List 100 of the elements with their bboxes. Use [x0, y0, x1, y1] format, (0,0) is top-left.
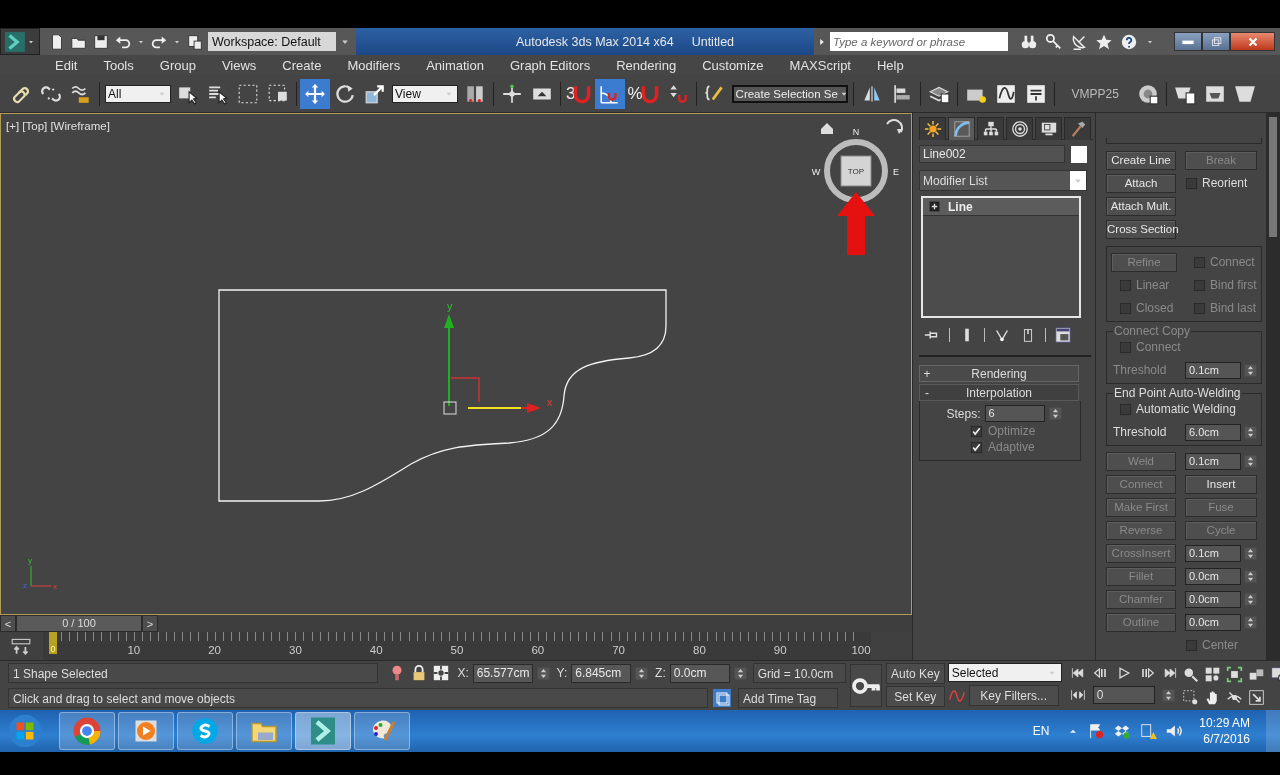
cube-face-label[interactable]: TOP	[847, 167, 865, 176]
add-time-tag-button[interactable]: Add Time Tag	[738, 687, 838, 708]
panel-tab[interactable]	[1035, 117, 1062, 140]
up-down-arrows-icon[interactable]	[1244, 592, 1257, 606]
key-icon[interactable]	[1045, 32, 1063, 51]
go-start-icon[interactable]	[1069, 665, 1086, 681]
grid-window-icon[interactable]	[1054, 326, 1072, 344]
z-coordinate-field[interactable]: 0.0cm	[669, 663, 730, 683]
panel-tab[interactable]	[1006, 117, 1033, 140]
menu-item[interactable]: Graph Editors	[496, 57, 604, 73]
up-down-arrows-icon[interactable]	[1161, 688, 1175, 702]
restore-button[interactable]	[1202, 32, 1230, 51]
menu-item[interactable]: Help	[864, 57, 917, 73]
taskbar-button[interactable]	[354, 712, 410, 750]
panel-button[interactable]: Attach	[1106, 173, 1176, 193]
viewport-label[interactable]: [+] [Top] [Wireframe]	[6, 120, 110, 132]
up-down-arrows-icon[interactable]	[1048, 407, 1062, 420]
zoom-all-icon[interactable]	[1203, 666, 1221, 683]
bar-arrows-icon[interactable]	[1069, 687, 1086, 703]
project-folder-icon[interactable]	[186, 32, 204, 51]
up-down-arrows-icon[interactable]	[1244, 546, 1257, 560]
panel-button[interactable]: Attach Mult.	[1106, 196, 1176, 216]
workspace-dropdown[interactable]: Workspace: Default	[208, 32, 336, 51]
plug-warning-icon[interactable]	[1139, 722, 1158, 740]
rollout-header[interactable]: - Interpolation	[919, 384, 1079, 401]
taskbar-button[interactable]	[177, 712, 233, 750]
menu-item[interactable]: MAXScript	[776, 57, 864, 73]
taskbar-button[interactable]	[118, 712, 174, 750]
satellite-icon[interactable]	[1070, 32, 1088, 51]
object-name-field[interactable]: Line002	[919, 145, 1065, 163]
dropdown[interactable]: Create Selection Se	[731, 84, 848, 103]
spinner-field[interactable]: 0.1cm	[1185, 452, 1241, 470]
up-down-arrows-icon[interactable]	[1244, 615, 1257, 629]
view-cube[interactable]	[824, 139, 888, 203]
modifier-list-dropdown[interactable]: Modifier List	[919, 170, 1087, 191]
menu-item[interactable]: Modifiers	[334, 57, 414, 73]
plus-icon[interactable]	[929, 201, 940, 212]
next-frame-button[interactable]: >	[142, 615, 158, 632]
spinner-field[interactable]: 0.0cm	[1185, 613, 1241, 631]
set-key-button[interactable]	[850, 664, 882, 707]
menu-item[interactable]: Edit	[42, 57, 91, 73]
panel-tab[interactable]	[948, 117, 975, 140]
zoom-extents-icon[interactable]	[1225, 666, 1243, 683]
check-icon[interactable]	[970, 440, 983, 454]
check-icon[interactable]	[970, 424, 983, 438]
dropdown[interactable]: All	[105, 84, 171, 103]
minimize-button[interactable]	[1174, 32, 1202, 51]
menu-item[interactable]: Group	[146, 57, 209, 73]
taskbar-button[interactable]	[59, 712, 115, 750]
language-indicator[interactable]: EN	[1032, 724, 1050, 738]
spinner-field[interactable]: 0.0cm	[1185, 567, 1241, 585]
menu-item[interactable]: Create	[269, 57, 335, 73]
spinner-field[interactable]: 6.0cm	[1185, 423, 1241, 441]
toolbar-button[interactable]: VMPP25	[1057, 78, 1133, 109]
color-swatch[interactable]	[1071, 145, 1087, 163]
step-back-icon[interactable]	[1092, 665, 1109, 681]
menu-item[interactable]: Customize	[689, 57, 777, 73]
panel-button[interactable]: Insert	[1185, 474, 1257, 494]
timeline-ruler[interactable]: 0 10 20 30 40 50 60 70 80 90 100	[43, 632, 871, 660]
dropdown[interactable]: View	[392, 84, 458, 103]
clock-time[interactable]: 10:29 AM	[1199, 715, 1250, 731]
x-coordinate-field[interactable]: 65.577cm	[472, 663, 533, 683]
key-filters-button[interactable]: Key Filters...	[968, 685, 1059, 706]
panel-tab[interactable]	[919, 117, 946, 140]
spinner-field[interactable]: 0.1cm	[1185, 544, 1241, 562]
help-icon[interactable]	[1120, 32, 1138, 51]
stack-item[interactable]: Line	[923, 198, 1079, 216]
maximize-icon[interactable]	[1247, 689, 1265, 706]
spinner-field[interactable]: 6	[984, 405, 1045, 422]
set-key-mode-button[interactable]: Set Key	[886, 686, 945, 707]
search-field[interactable]: Type a keyword or phrase	[830, 32, 1008, 51]
panel-tab[interactable]	[1064, 117, 1091, 140]
auto-key-button[interactable]: Auto Key	[886, 663, 945, 684]
viewport[interactable]: [+] [Top] [Wireframe] x y x y z N W TOP E	[0, 113, 912, 615]
tool-button[interactable]	[300, 78, 330, 109]
move-gizmo[interactable]	[443, 314, 541, 415]
modifier-stack[interactable]: Line	[921, 196, 1081, 318]
dashed-zoom-icon[interactable]	[1181, 689, 1199, 706]
up-down-arrows-icon[interactable]	[1244, 363, 1257, 377]
up-down-arrows-icon[interactable]	[1244, 454, 1257, 468]
rollout-header[interactable]: + Rendering	[919, 365, 1079, 382]
tool-button[interactable]	[595, 78, 626, 109]
up-down-arrows-icon[interactable]	[1244, 569, 1257, 583]
up-down-arrows-icon[interactable]	[536, 666, 550, 680]
taskbar-button[interactable]	[236, 712, 292, 750]
up-down-arrows-icon[interactable]	[733, 666, 747, 680]
flag-x-icon[interactable]	[1087, 722, 1106, 740]
time-slider-thumb[interactable]: 0 / 100	[16, 615, 142, 632]
panel-button[interactable]: Cross Section	[1106, 219, 1176, 239]
tool-button[interactable]: %	[625, 78, 663, 109]
panel-tab[interactable]	[977, 117, 1004, 140]
y-coordinate-field[interactable]: 6.845cm	[571, 663, 632, 683]
cubes-icon[interactable]	[1247, 666, 1265, 683]
application-button[interactable]	[0, 28, 40, 55]
close-button[interactable]	[1230, 32, 1275, 51]
previous-frame-button[interactable]: <	[0, 615, 16, 632]
scrollbar-thumb[interactable]	[1269, 117, 1277, 237]
menu-item[interactable]: Tools	[90, 57, 147, 73]
taskbar-button[interactable]	[295, 712, 351, 750]
spinner-field[interactable]: 0.0cm	[1185, 590, 1241, 608]
